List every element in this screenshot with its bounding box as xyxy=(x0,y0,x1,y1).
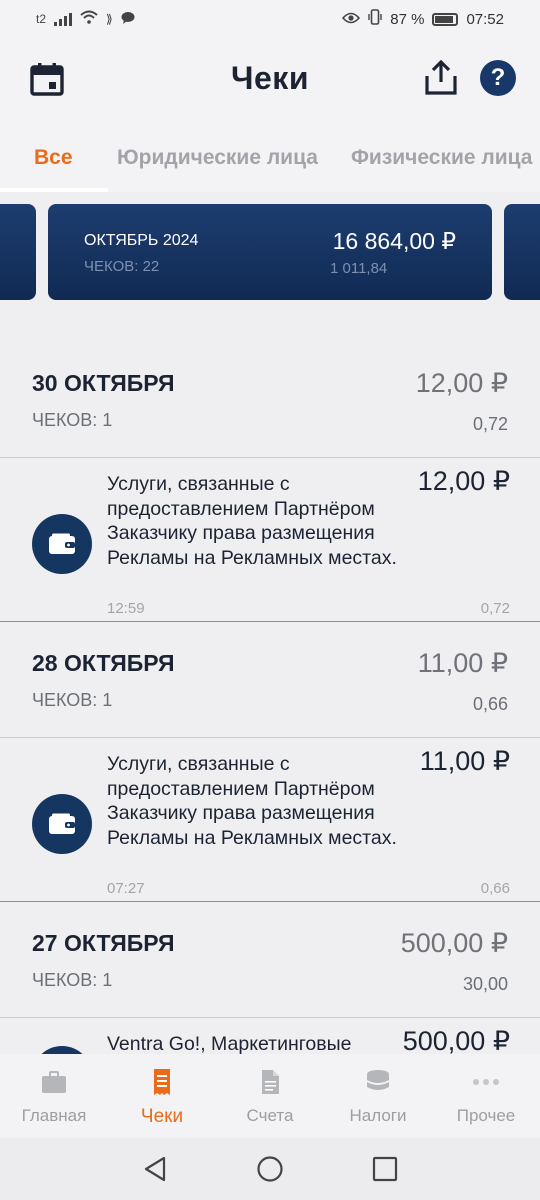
status-bar: t2 ⟫ 87 % 07:52 xyxy=(0,0,540,38)
summary-commission: 1 011,84 xyxy=(330,260,388,277)
active-tab-indicator xyxy=(0,188,108,192)
coins-icon xyxy=(364,1068,392,1096)
eye-icon xyxy=(342,11,361,28)
document-icon xyxy=(256,1068,284,1096)
receipt-description: Ventra Go!, Маркетинговые xyxy=(107,1033,352,1055)
day-date: 27 ОКТЯБРЯ xyxy=(32,930,175,956)
day-count: ЧЕКОВ: 1 xyxy=(32,690,113,710)
back-icon[interactable] xyxy=(142,1156,168,1187)
nav-home-label: Главная xyxy=(21,1106,87,1125)
tab-individuals[interactable]: Физические лица xyxy=(351,146,532,170)
day-date: 30 ОКТЯБРЯ xyxy=(32,370,175,396)
receipt-commission: 0,72 xyxy=(480,600,510,617)
summary-count: ЧЕКОВ: 22 xyxy=(84,258,160,275)
day-commission: 0,72 xyxy=(472,414,508,434)
day-count: ЧЕКОВ: 1 xyxy=(32,410,113,430)
nav-receipts[interactable]: Чеки xyxy=(108,1054,216,1138)
receipt-description: Услуги, связанные с предоставлением Парт… xyxy=(107,473,397,569)
receipt-item[interactable]: Услуги, связанные с предоставлением Парт… xyxy=(0,458,540,622)
day-amount: 11,00 ₽ xyxy=(417,648,508,678)
wallet-icon xyxy=(32,794,92,854)
nfc-icon: ⟫ xyxy=(106,12,113,26)
receipt-commission: 0,66 xyxy=(480,880,510,897)
nav-receipts-label: Чеки xyxy=(140,1106,184,1127)
nav-more-label: Прочее xyxy=(456,1106,516,1125)
nav-accounts[interactable]: Счета xyxy=(216,1054,324,1138)
system-navigation-bar xyxy=(0,1138,540,1200)
battery-icon xyxy=(432,12,459,26)
nav-more[interactable]: Прочее xyxy=(432,1054,540,1138)
tab-all[interactable]: Все xyxy=(34,146,73,170)
day-commission: 30,00 xyxy=(462,974,508,994)
nav-accounts-label: Счета xyxy=(246,1106,294,1125)
receipt-icon xyxy=(148,1068,176,1096)
day-header: 27 ОКТЯБРЯ ЧЕКОВ: 1 500,00 ₽ 30,00 xyxy=(0,902,540,1018)
share-icon[interactable] xyxy=(424,59,458,96)
next-month-card[interactable] xyxy=(504,204,540,300)
nav-taxes-label: Налоги xyxy=(349,1106,407,1125)
day-commission: 0,66 xyxy=(472,694,508,714)
battery-percent: 87 % xyxy=(390,10,425,28)
day-header: 28 ОКТЯБРЯ ЧЕКОВ: 1 11,00 ₽ 0,66 xyxy=(0,622,540,738)
nav-taxes[interactable]: Налоги xyxy=(324,1054,432,1138)
wifi-icon xyxy=(80,10,98,28)
clock: 07:52 xyxy=(466,10,504,28)
tab-legal-entities[interactable]: Юридические лица xyxy=(117,146,318,170)
receipt-description: Услуги, связанные с предоставлением Парт… xyxy=(107,753,397,849)
vibrate-icon xyxy=(368,9,382,29)
page-title: Чеки xyxy=(231,60,309,96)
receipt-time: 12:59 xyxy=(107,600,145,617)
more-icon xyxy=(472,1068,500,1096)
briefcase-icon xyxy=(40,1068,68,1096)
bottom-navigation: Главная Чеки Счета Налоги Прочее xyxy=(0,1054,540,1138)
receipt-item[interactable]: Услуги, связанные с предоставлением Парт… xyxy=(0,738,540,902)
recents-icon[interactable] xyxy=(372,1156,398,1187)
receipt-amount: 500,00 ₽ xyxy=(402,1026,510,1056)
receipt-amount: 11,00 ₽ xyxy=(419,746,510,776)
summary-month: ОКТЯБРЬ 2024 xyxy=(84,232,199,249)
summary-sum: 16 864,00 ₽ xyxy=(332,228,456,254)
filter-tabs: Все Юридические лица Физические лица xyxy=(0,124,540,192)
chat-icon xyxy=(121,11,135,28)
help-icon[interactable]: ? xyxy=(480,60,516,96)
previous-month-card[interactable] xyxy=(0,204,36,300)
day-amount: 500,00 ₽ xyxy=(400,928,508,958)
carrier-label: t2 xyxy=(36,12,47,26)
nav-home[interactable]: Главная xyxy=(0,1054,108,1138)
day-amount: 12,00 ₽ xyxy=(415,368,508,398)
day-date: 28 ОКТЯБРЯ xyxy=(32,650,175,676)
day-header: 30 ОКТЯБРЯ ЧЕКОВ: 1 12,00 ₽ 0,72 xyxy=(0,338,540,458)
receipt-time: 07:27 xyxy=(107,880,145,897)
wallet-icon xyxy=(32,514,92,574)
month-summary-card[interactable]: ОКТЯБРЬ 2024 ЧЕКОВ: 22 16 864,00 ₽ 1 011… xyxy=(48,204,492,300)
signal-icon xyxy=(54,12,73,26)
receipt-amount: 12,00 ₽ xyxy=(417,466,510,496)
day-count: ЧЕКОВ: 1 xyxy=(32,970,113,990)
home-icon[interactable] xyxy=(256,1156,284,1189)
app-bar: Чеки ? xyxy=(0,38,540,124)
month-carousel[interactable]: ОКТЯБРЬ 2024 ЧЕКОВ: 22 16 864,00 ₽ 1 011… xyxy=(0,204,540,300)
